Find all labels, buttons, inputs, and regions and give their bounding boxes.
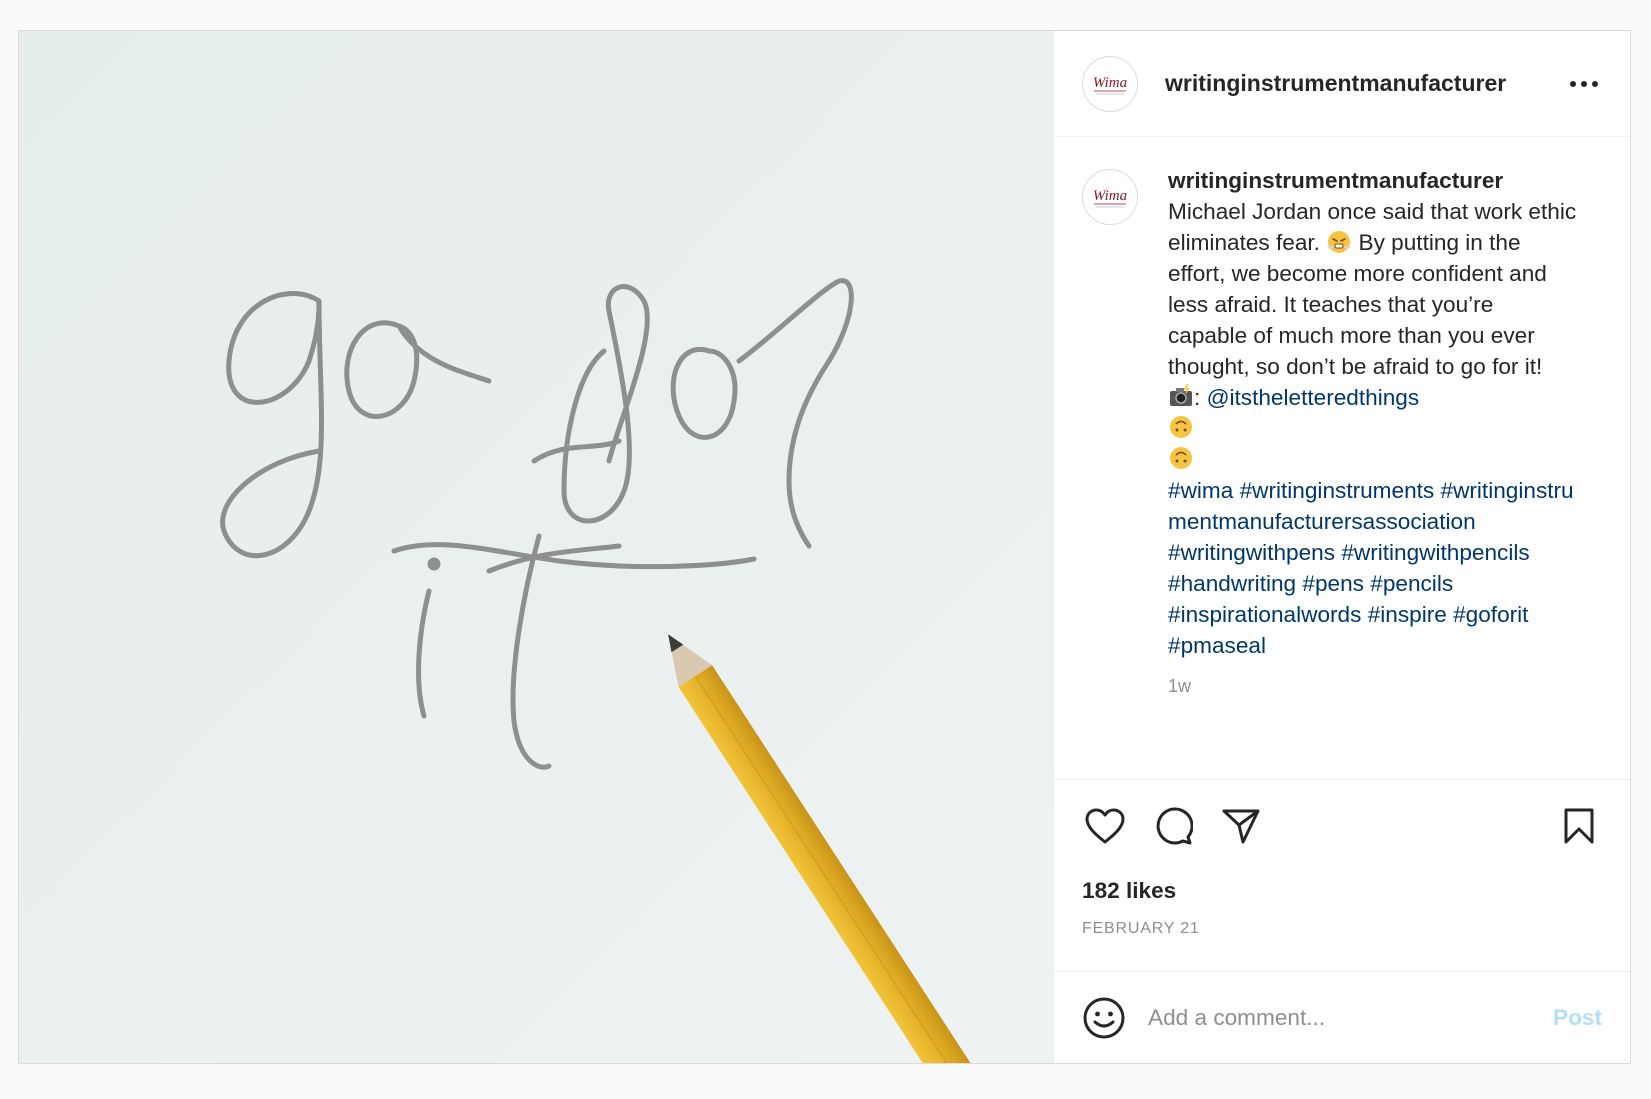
instagram-post: Wima writinginstrumentmanufacturer Wima xyxy=(18,30,1631,1064)
caption-area: Wima writinginstrumentmanufacturer Micha… xyxy=(1054,137,1630,779)
account-avatar[interactable]: Wima xyxy=(1082,55,1138,112)
caption-timestamp[interactable]: 1w xyxy=(1168,671,1578,702)
hashtag-link[interactable]: #pens xyxy=(1302,571,1364,596)
caption-username[interactable]: writinginstrumentmanufacturer xyxy=(1168,165,1578,196)
steam-face-emoji-icon xyxy=(1327,231,1351,253)
heart-icon[interactable] xyxy=(1082,803,1128,849)
comment-input[interactable] xyxy=(1148,1004,1554,1031)
upside-down-face-emoji-icon xyxy=(1170,447,1192,469)
mention-link[interactable]: @itstheletteredthings xyxy=(1207,385,1420,410)
emoji-picker-icon[interactable] xyxy=(1082,996,1126,1040)
wima-logo-icon: Wima xyxy=(1093,75,1127,94)
svg-text:Wima: Wima xyxy=(1093,188,1127,204)
caption: Wima writinginstrumentmanufacturer Micha… xyxy=(1082,165,1590,702)
like-count[interactable]: 182 likes xyxy=(1082,878,1602,904)
account-username[interactable]: writinginstrumentmanufacturer xyxy=(1165,70,1566,97)
more-options-icon[interactable] xyxy=(1566,66,1602,102)
comment-icon[interactable] xyxy=(1150,803,1196,849)
camera-colon: : xyxy=(1194,385,1201,410)
comment-bar: Post xyxy=(1054,971,1630,1063)
bookmark-icon[interactable] xyxy=(1556,803,1602,849)
hashtag-link[interactable]: #pencils xyxy=(1370,571,1453,596)
wima-logo-icon: Wima xyxy=(1093,188,1127,208)
post-header: Wima writinginstrumentmanufacturer xyxy=(1054,31,1630,137)
svg-text:Wima: Wima xyxy=(1093,75,1127,91)
share-icon[interactable] xyxy=(1218,803,1264,849)
hashtag-link[interactable]: #wima xyxy=(1168,478,1233,503)
caption-text: writinginstrumentmanufacturer Michael Jo… xyxy=(1168,165,1578,702)
post-actions: 182 likes February 21 xyxy=(1054,779,1630,971)
upside-down-face-emoji-icon xyxy=(1170,416,1192,438)
hashtag-link[interactable]: #writinginstruments xyxy=(1240,478,1435,503)
hashtag-link[interactable]: #inspire xyxy=(1368,602,1447,627)
post-image[interactable] xyxy=(19,31,1053,1063)
hashtag-link[interactable]: #handwriting xyxy=(1168,571,1296,596)
camera-flash-emoji-icon xyxy=(1170,383,1192,406)
hashtag-link[interactable]: #inspirationalwords xyxy=(1168,602,1361,627)
go-for-it-pencil-illustration xyxy=(19,31,1053,1063)
action-icons xyxy=(1082,800,1602,852)
hashtag-link[interactable]: #writingwithpencils xyxy=(1341,540,1529,565)
caption-avatar[interactable]: Wima xyxy=(1082,169,1138,225)
post-details-panel: Wima writinginstrumentmanufacturer Wima xyxy=(1053,31,1630,1063)
hashtag-link[interactable]: #pmaseal xyxy=(1168,633,1266,658)
hashtag-link[interactable]: #goforit xyxy=(1453,602,1528,627)
post-comment-button[interactable]: Post xyxy=(1553,1005,1602,1031)
post-date[interactable]: February 21 xyxy=(1082,920,1602,938)
hashtag-link[interactable]: #writingwithpens xyxy=(1168,540,1335,565)
